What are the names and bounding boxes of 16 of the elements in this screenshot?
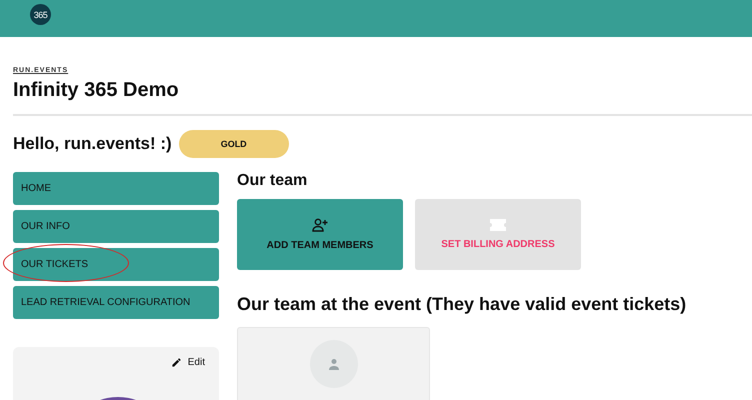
nav-item[interactable]: OUR INFO — [13, 210, 219, 243]
section-heading: Our team — [237, 172, 308, 190]
nav-item[interactable]: LEAD RETRIEVAL CONFIGURATION — [13, 286, 219, 319]
nav-item[interactable]: OUR TICKETS — [13, 248, 219, 281]
add-person-icon — [312, 218, 328, 232]
ticket-icon — [490, 219, 506, 231]
pencil-icon — [170, 357, 182, 368]
edit-button[interactable]: Edit — [170, 357, 205, 368]
greeting-text: Hello, run.events! :) — [13, 134, 172, 154]
tier-badge: GOLD — [178, 130, 289, 158]
section-heading: Our team at the event (They have valid event tickets) — [237, 294, 688, 315]
nav-item[interactable]: HOME — [13, 172, 219, 205]
logo[interactable]: 365 — [30, 4, 51, 25]
page-title: Infinity 365 Demo — [13, 79, 180, 102]
person-icon — [328, 358, 340, 370]
add-members-button[interactable]: ADD TEAM MEMBERS — [237, 199, 403, 270]
